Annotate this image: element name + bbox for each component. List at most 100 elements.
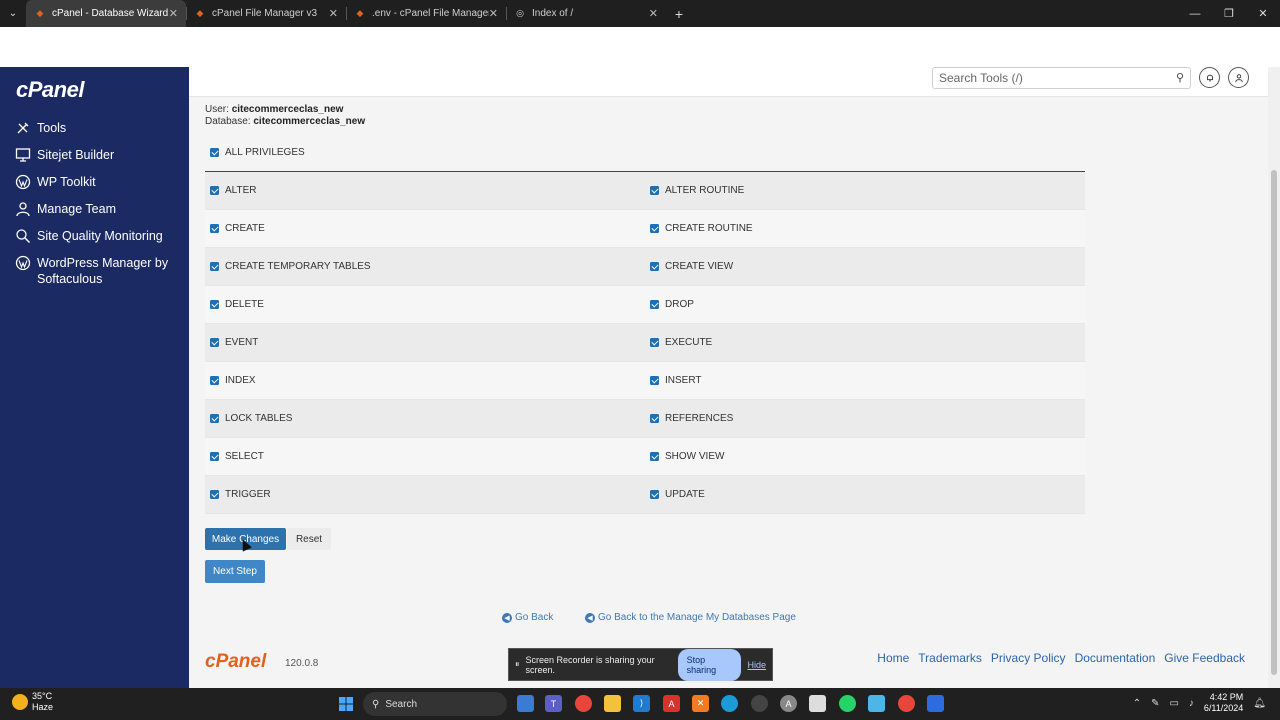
privilege-show-view[interactable]: SHOW VIEW <box>645 438 1085 475</box>
privilege-checkbox[interactable] <box>650 490 659 499</box>
sidebar-item-tools[interactable]: Tools <box>0 120 189 136</box>
file-explorer-icon[interactable] <box>604 695 621 712</box>
privilege-checkbox[interactable] <box>210 452 219 461</box>
privilege-checkbox[interactable] <box>210 376 219 385</box>
footer-link-trademarks[interactable]: Trademarks <box>918 651 982 665</box>
footer-link-privacy[interactable]: Privacy Policy <box>991 651 1066 665</box>
next-step-button[interactable]: Next Step <box>205 560 265 583</box>
new-tab-button[interactable]: + <box>666 0 692 27</box>
privilege-checkbox[interactable] <box>650 300 659 309</box>
privilege-insert[interactable]: INSERT <box>645 362 1085 399</box>
sidebar-item-site-quality-monitoring[interactable]: Site Quality Monitoring <box>0 228 189 244</box>
vertical-scrollbar[interactable] <box>1268 67 1280 688</box>
sidebar-item-manage-team[interactable]: Manage Team <box>0 201 189 217</box>
tab-search-chevron-icon[interactable]: ⌄ <box>0 0 26 27</box>
privilege-delete[interactable]: DELETE <box>205 286 645 323</box>
privilege-create-temporary-tables[interactable]: CREATE TEMPORARY TABLES <box>205 248 645 285</box>
whatsapp-icon[interactable] <box>839 695 856 712</box>
minimize-icon[interactable]: — <box>1178 0 1212 27</box>
privilege-checkbox[interactable] <box>650 338 659 347</box>
privilege-checkbox[interactable] <box>210 262 219 271</box>
chrome-icon[interactable] <box>575 695 592 712</box>
volume-icon[interactable]: ♪ <box>1189 698 1194 709</box>
pen-icon[interactable]: ✎ <box>1151 698 1159 709</box>
privilege-alter[interactable]: ALTER <box>205 172 645 209</box>
cpanel-logo[interactable]: cPanel <box>16 77 84 103</box>
privilege-index[interactable]: INDEX <box>205 362 645 399</box>
tab-env-file-manager[interactable]: ◆ .env - cPanel File Manager v3 ✕ <box>346 0 506 27</box>
notification-bell-icon[interactable]: 🔔︎ <box>1253 698 1266 709</box>
close-window-icon[interactable]: ✕ <box>1246 0 1280 27</box>
privilege-create-view[interactable]: CREATE VIEW <box>645 248 1085 285</box>
recorder-icon[interactable] <box>927 695 944 712</box>
privilege-trigger[interactable]: TRIGGER <box>205 476 645 513</box>
privilege-checkbox[interactable] <box>210 490 219 499</box>
stop-sharing-button[interactable]: Stop sharing <box>677 648 742 681</box>
close-icon[interactable]: ✕ <box>329 7 338 20</box>
go-back-link[interactable]: ◀ Go Back <box>502 612 553 623</box>
copilot-icon[interactable] <box>517 695 534 712</box>
scrollbar-thumb[interactable] <box>1271 170 1277 675</box>
privilege-checkbox[interactable] <box>650 262 659 271</box>
privilege-checkbox[interactable] <box>650 186 659 195</box>
edge-icon[interactable] <box>721 695 738 712</box>
tab-database-wizard[interactable]: ◆ cPanel - Database Wizard ✕ <box>26 0 186 27</box>
search-icon[interactable]: ⚲ <box>1176 71 1184 84</box>
tab-index-of[interactable]: ◎ Index of / ✕ <box>506 0 666 27</box>
hide-link[interactable]: Hide <box>747 660 766 670</box>
privilege-create[interactable]: CREATE <box>205 210 645 247</box>
chrome-profile-icon[interactable] <box>898 695 915 712</box>
chevron-up-icon[interactable]: ⌃ <box>1133 698 1141 709</box>
privilege-checkbox[interactable] <box>210 224 219 233</box>
close-icon[interactable]: ✕ <box>489 7 498 20</box>
privilege-checkbox[interactable] <box>650 224 659 233</box>
privilege-checkbox[interactable] <box>210 414 219 423</box>
notifications-bell-icon[interactable] <box>1199 67 1220 88</box>
privilege-checkbox[interactable] <box>210 186 219 195</box>
privilege-references[interactable]: REFERENCES <box>645 400 1085 437</box>
footer-link-documentation[interactable]: Documentation <box>1075 651 1156 665</box>
network-icon[interactable]: ▭ <box>1169 698 1178 709</box>
notepad-icon[interactable] <box>868 695 885 712</box>
privilege-checkbox[interactable] <box>650 414 659 423</box>
vscode-icon[interactable]: ⟩ <box>633 695 650 712</box>
footer-link-home[interactable]: Home <box>877 651 909 665</box>
app-icon[interactable] <box>809 695 826 712</box>
footer-link-feedback[interactable]: Give Feedback <box>1164 651 1245 665</box>
privilege-checkbox[interactable] <box>650 376 659 385</box>
xampp-icon[interactable]: ✕ <box>692 695 709 712</box>
tab-file-manager[interactable]: ◆ cPanel File Manager v3 ✕ <box>186 0 346 27</box>
footer-cpanel-logo[interactable]: cPanel <box>205 651 266 673</box>
sidebar-item-sitejet-builder[interactable]: Sitejet Builder <box>0 147 189 163</box>
go-back-manage-link[interactable]: ◀ Go Back to the Manage My Databases Pag… <box>585 612 796 623</box>
close-icon[interactable]: ✕ <box>169 7 178 20</box>
privilege-alter-routine[interactable]: ALTER ROUTINE <box>645 172 1085 209</box>
privilege-event[interactable]: EVENT <box>205 324 645 361</box>
acrobat-icon[interactable]: A <box>663 695 680 712</box>
teams-icon[interactable]: T <box>545 695 562 712</box>
privilege-select[interactable]: SELECT <box>205 438 645 475</box>
privilege-update[interactable]: UPDATE <box>645 476 1085 513</box>
privilege-lock-tables[interactable]: LOCK TABLES <box>205 400 645 437</box>
search-tools-input[interactable]: Search Tools (/) ⚲ <box>932 67 1191 89</box>
reset-button[interactable]: Reset <box>287 528 331 550</box>
privilege-checkbox[interactable] <box>210 300 219 309</box>
all-privileges-checkbox[interactable] <box>210 148 219 157</box>
taskbar-search[interactable]: ⚲ Search <box>363 692 507 716</box>
restore-icon[interactable]: ❐ <box>1212 0 1246 27</box>
user-account-icon[interactable] <box>1228 67 1249 88</box>
privilege-checkbox[interactable] <box>650 452 659 461</box>
sidebar-item-wordpress-manager[interactable]: WordPress Manager by Softaculous <box>0 255 189 287</box>
privilege-checkbox[interactable] <box>210 338 219 347</box>
clock[interactable]: 4:42 PM 6/11/2024 <box>1204 692 1243 714</box>
all-privileges-option[interactable]: ALL PRIVILEGES <box>210 147 305 158</box>
close-icon[interactable]: ✕ <box>649 7 658 20</box>
github-icon[interactable] <box>751 695 768 712</box>
weather-widget[interactable]: 35°C Haze <box>12 691 53 713</box>
sidebar-item-wp-toolkit[interactable]: WP Toolkit <box>0 174 189 190</box>
privilege-execute[interactable]: EXECUTE <box>645 324 1085 361</box>
privilege-drop[interactable]: DROP <box>645 286 1085 323</box>
app-store-icon[interactable]: A <box>780 695 797 712</box>
privilege-create-routine[interactable]: CREATE ROUTINE <box>645 210 1085 247</box>
windows-start-icon[interactable] <box>337 695 354 712</box>
